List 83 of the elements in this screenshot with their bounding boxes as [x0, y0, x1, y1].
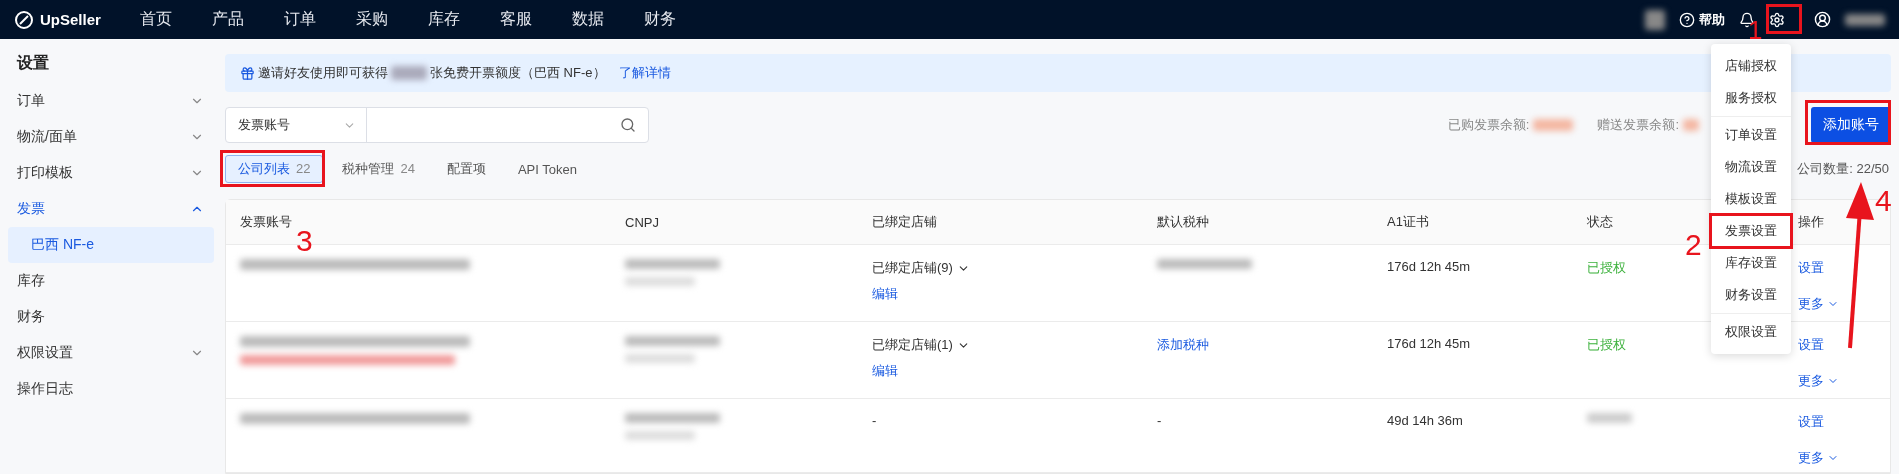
- edit-link[interactable]: 编辑: [872, 285, 898, 303]
- tab[interactable]: 配置项: [433, 155, 499, 183]
- step-number: 2: [1685, 230, 1702, 260]
- sidebar-title: 设置: [15, 53, 50, 73]
- company-count: 公司数量: 22/50: [1797, 160, 1889, 178]
- banner-text: 张免费开票额度（巴西 NF-e）: [430, 64, 606, 82]
- blurred-status: [1587, 413, 1632, 423]
- add-tax-link[interactable]: 添加税种: [1157, 336, 1209, 354]
- bound-shops[interactable]: 已绑定店铺(1): [872, 336, 970, 354]
- help-link[interactable]: 帮助: [1679, 10, 1725, 29]
- blurred-value: [1533, 119, 1574, 131]
- menu-item[interactable]: 订单设置: [1711, 119, 1791, 151]
- menu-item[interactable]: 物流设置: [1711, 151, 1791, 183]
- nav-link[interactable]: 数据: [572, 9, 644, 30]
- column-header: CNPJ: [625, 214, 659, 230]
- balance-label: 已购发票余额:: [1447, 116, 1530, 134]
- nav-link[interactable]: 采购: [356, 9, 428, 30]
- column-header: 默认税种: [1157, 213, 1209, 231]
- nav-link[interactable]: 库存: [428, 9, 500, 30]
- column-header: 状态: [1587, 213, 1613, 231]
- nav-link[interactable]: 首页: [140, 9, 212, 30]
- sidebar-item[interactable]: 发票: [0, 191, 214, 227]
- sidebar-item[interactable]: 权限设置: [0, 335, 214, 371]
- column-header: 操作: [1798, 213, 1824, 231]
- column-header: 已绑定店铺: [872, 213, 937, 231]
- sidebar-item[interactable]: 物流/面单: [0, 119, 214, 155]
- tax-text: -: [1157, 413, 1162, 428]
- blurred-value: [1683, 119, 1699, 131]
- menu-item[interactable]: 店铺授权: [1711, 50, 1791, 82]
- nav-link[interactable]: 订单: [284, 9, 356, 30]
- sidebar-item[interactable]: 打印模板: [0, 155, 214, 191]
- menu-item[interactable]: 服务授权: [1711, 82, 1791, 114]
- tab[interactable]: API Token: [504, 155, 590, 183]
- more-link[interactable]: 更多: [1798, 372, 1839, 390]
- add-account-button[interactable]: 添加账号: [1811, 107, 1891, 143]
- menu-item[interactable]: 库存设置: [1711, 247, 1791, 279]
- settings-link[interactable]: 设置: [1798, 259, 1824, 277]
- sidebar-item[interactable]: 库存: [0, 263, 214, 299]
- bound-shops[interactable]: 已绑定店铺(9): [872, 259, 970, 277]
- sidebar-item[interactable]: 操作日志: [0, 371, 214, 407]
- banner-text: 邀请好友使用即可获得: [258, 64, 388, 82]
- details-link[interactable]: 了解详情: [618, 64, 671, 82]
- status-text: 已授权: [1587, 336, 1626, 354]
- settings-icon[interactable]: [1769, 11, 1785, 28]
- sidebar-subitem[interactable]: 巴西 NF-e: [8, 227, 214, 263]
- upseller-logo[interactable]: UpSeller: [14, 9, 140, 30]
- settings-link[interactable]: 设置: [1798, 413, 1824, 431]
- step-number: 4: [1875, 186, 1892, 216]
- blurred-cnpj-type: [625, 354, 695, 363]
- user-icon[interactable]: [1814, 11, 1831, 28]
- status-text: 已授权: [1587, 259, 1626, 277]
- nav-link[interactable]: 财务: [644, 9, 716, 30]
- blurred-cnpj-type: [625, 431, 695, 440]
- column-header: A1证书: [1387, 213, 1429, 231]
- blurred-cnpj-type: [625, 277, 695, 286]
- help-icon: [1679, 11, 1695, 28]
- menu-item[interactable]: 发票设置: [1711, 215, 1791, 247]
- balance-label: 赠送发票余额:: [1597, 116, 1679, 134]
- tab[interactable]: 税种管理 24: [329, 155, 428, 183]
- nav-link[interactable]: 产品: [212, 9, 284, 30]
- settings-link[interactable]: 设置: [1798, 336, 1824, 354]
- bound-shops[interactable]: -: [872, 413, 877, 428]
- sidebar-item[interactable]: 财务: [0, 299, 214, 335]
- tab[interactable]: 公司列表 22: [225, 155, 324, 183]
- blurred-icon: [1645, 9, 1665, 30]
- column-header: 发票账号: [240, 213, 292, 231]
- menu-item[interactable]: 模板设置: [1711, 183, 1791, 215]
- certificate-time: 176d 12h 45m: [1387, 336, 1471, 351]
- blurred-username: [1845, 13, 1885, 26]
- gift-icon: [240, 65, 255, 81]
- more-link[interactable]: 更多: [1798, 449, 1839, 467]
- blurred-number: [391, 66, 427, 80]
- certificate-time: 176d 12h 45m: [1387, 259, 1471, 274]
- highlight-frame: [1766, 4, 1802, 34]
- more-link[interactable]: 更多: [1798, 295, 1839, 313]
- menu-item[interactable]: 财务设置: [1711, 279, 1791, 311]
- nav-link[interactable]: 客服: [500, 9, 572, 30]
- edit-link[interactable]: 编辑: [872, 362, 898, 380]
- certificate-time: 49d 14h 36m: [1387, 413, 1463, 428]
- menu-item[interactable]: 权限设置: [1711, 316, 1791, 348]
- step-number: 1: [1748, 17, 1763, 43]
- step-number: 3: [296, 226, 313, 256]
- sidebar-item[interactable]: 订单: [0, 83, 214, 119]
